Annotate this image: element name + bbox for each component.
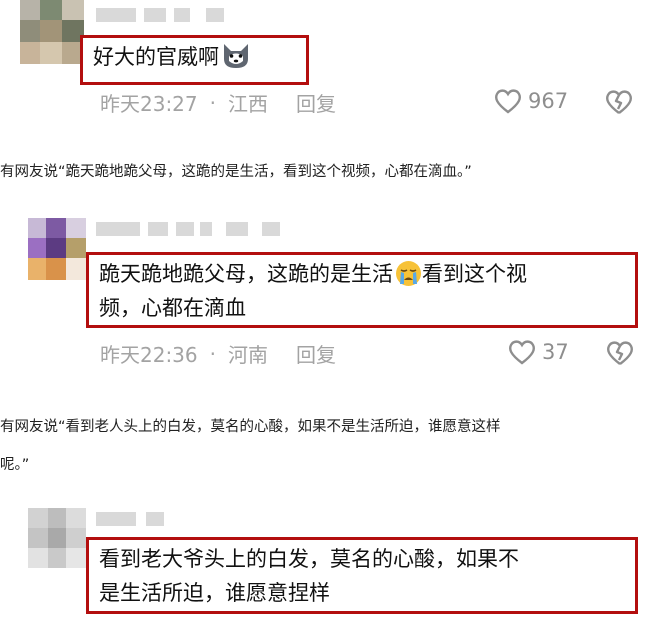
comment-location: 河南 — [228, 343, 268, 367]
comment-text: 看到老大爷头上的白发，莫名的心酸，如果不 — [99, 547, 519, 571]
avatar[interactable] — [28, 218, 86, 280]
broken-heart-icon[interactable] — [606, 340, 634, 366]
heart-icon — [508, 340, 536, 365]
quote-text: 有网友说“跪天跪地跪父母，这跪的是生活，看到这个视频，心都在滴血。” — [0, 164, 472, 180]
quote-text-line2: 呢。” — [0, 457, 30, 473]
quote-text: 有网友说“看到老人头上的白发，莫名的心酸，如果不是生活所迫，谁愿意这样 — [0, 419, 501, 435]
broken-heart-icon[interactable] — [605, 89, 633, 115]
like-count: 37 — [542, 340, 569, 364]
comment-text-line2: 频，心都在滴血 — [99, 296, 246, 320]
comment-location: 江西 — [228, 92, 268, 116]
reply-button[interactable]: 回复 — [296, 339, 336, 368]
comment-time: 昨天23:27 — [100, 92, 198, 116]
like-button[interactable]: 37 — [508, 339, 569, 365]
comment-meta: 昨天22:36 · 河南 回复 — [100, 339, 336, 368]
reply-button[interactable]: 回复 — [296, 88, 336, 117]
comment-time: 昨天22:36 — [100, 343, 198, 367]
avatar[interactable] — [28, 508, 86, 568]
crying-face-emoji-icon — [396, 261, 421, 286]
comment-text-box: 看到老大爷头上的白发，莫名的心酸，如果不 是生活所迫，谁愿意捏样 — [86, 537, 638, 614]
like-button[interactable]: 967 — [494, 88, 568, 114]
comment-text: 好大的官威啊 — [93, 45, 219, 69]
comment-text-box: 跪天跪地跪父母，这跪的是生活 看到这个视 频，心都在滴血 — [86, 252, 638, 328]
heart-icon — [494, 89, 522, 114]
comment-text-line2: 是生活所迫，谁愿意捏样 — [99, 581, 330, 605]
comment-meta: 昨天23:27 · 江西 回复 — [100, 88, 336, 117]
comment-text-cont: 看到这个视 — [422, 262, 527, 286]
like-count: 967 — [528, 89, 569, 113]
comment-text: 跪天跪地跪父母，这跪的是生活 — [99, 262, 393, 286]
comment-text-box: 好大的官威啊 — [80, 35, 309, 85]
avatar[interactable] — [20, 0, 84, 64]
husky-emoji-icon — [224, 44, 248, 68]
